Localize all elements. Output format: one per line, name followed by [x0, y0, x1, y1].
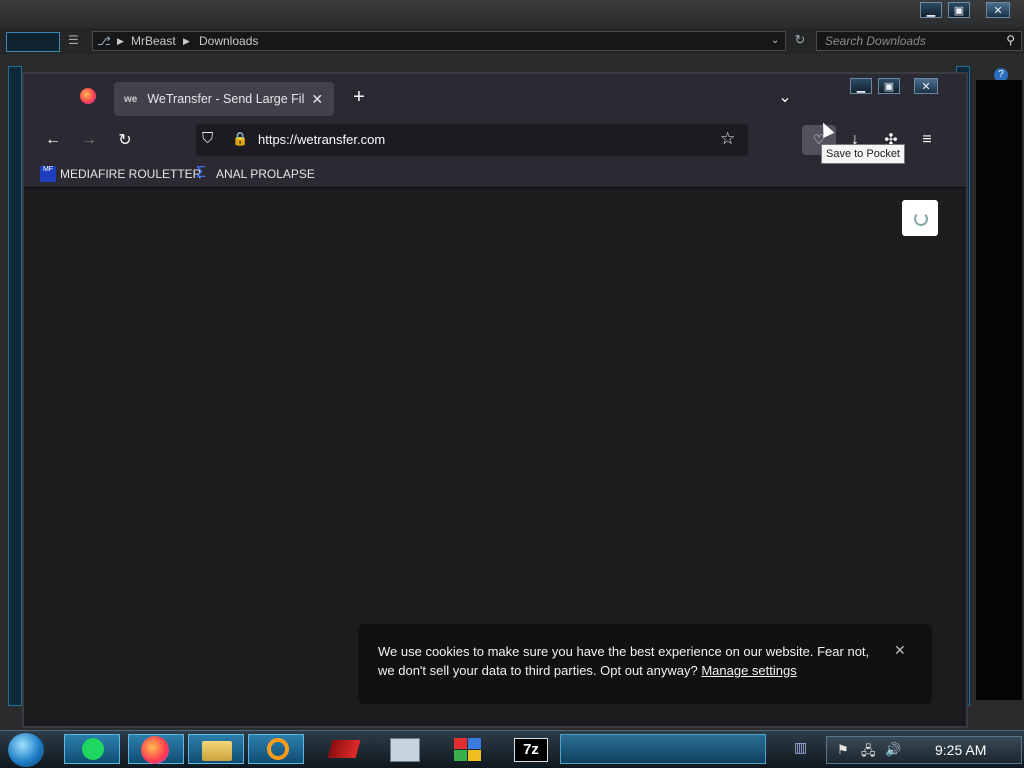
- tab-title: WeTransfer - Send Large Files &: [147, 92, 305, 106]
- chevron-right-icon: ▶: [183, 36, 190, 46]
- manage-settings-link[interactable]: Manage settings: [701, 663, 796, 678]
- volume-icon[interactable]: 🔊: [885, 742, 901, 758]
- taskbar-7zip[interactable]: 7z: [502, 734, 558, 764]
- search-icon[interactable]: ⚲: [1006, 33, 1015, 47]
- chevron-down-icon[interactable]: ⌄: [771, 35, 779, 46]
- taskbar-empty-slot: [560, 734, 766, 764]
- wetransfer-favicon: we: [124, 93, 138, 105]
- firefox-view-icon[interactable]: [80, 88, 96, 104]
- menu-icon[interactable]: ≡: [910, 125, 944, 155]
- bookmark-star-icon[interactable]: ☆: [720, 129, 735, 149]
- maximize-button[interactable]: ▣: [948, 2, 970, 18]
- lock-icon[interactable]: 🔒: [232, 131, 248, 147]
- spotify-icon: [82, 738, 104, 760]
- taskbar-spotify[interactable]: [64, 734, 120, 764]
- minimize-button[interactable]: ▁: [920, 2, 942, 18]
- 7zip-icon: 7z: [514, 738, 548, 762]
- reload-icon[interactable]: ↻: [108, 125, 142, 155]
- close-button[interactable]: ✕: [914, 78, 938, 94]
- folder-icon: ⎇: [97, 34, 111, 48]
- url-bar[interactable]: ⛉ 🔒 https://wetransfer.com ☆: [196, 124, 748, 156]
- taskbar-keyboard-app[interactable]: [376, 734, 432, 764]
- folder-icon: [202, 741, 232, 761]
- taskbar-search[interactable]: [248, 734, 304, 764]
- taskbar-game-app[interactable]: [316, 734, 372, 764]
- spinner-icon: [914, 212, 928, 226]
- bookmark-anal-prolapse[interactable]: ANAL PROLAPSE: [216, 167, 315, 181]
- close-cookie-icon[interactable]: ✕: [894, 642, 906, 659]
- breadcrumb-item[interactable]: Downloads: [199, 34, 258, 48]
- back-icon[interactable]: ←: [36, 125, 70, 155]
- bookmark-mediafire-roulette[interactable]: MEDIAFIRE ROULETTER: [60, 167, 201, 181]
- layout-icon[interactable]: ☰: [68, 33, 84, 49]
- new-tab-button[interactable]: +: [342, 82, 376, 112]
- chevron-right-icon: ▶: [117, 36, 124, 46]
- bookmarks-toolbar: MF MEDIAFIRE ROULETTER Σ ANAL PROLAPSE: [24, 160, 966, 188]
- start-orb-icon[interactable]: [8, 733, 44, 767]
- tab-wetransfer[interactable]: we WeTransfer - Send Large Files & ✕: [114, 82, 334, 116]
- clock[interactable]: 9:25 AM: [935, 742, 986, 758]
- shield-icon[interactable]: ⛉: [202, 130, 213, 147]
- loading-spinner: [902, 200, 938, 236]
- network-icon[interactable]: 🖧: [861, 742, 876, 764]
- explorer-titlebar: ▁ ▣ ✕: [0, 0, 1024, 26]
- sigma-bookmark-icon: Σ: [196, 164, 206, 181]
- show-desktop-icon[interactable]: ▥: [794, 739, 814, 759]
- breadcrumb-item[interactable]: MrBeast: [131, 34, 176, 48]
- explorer-address-bar[interactable]: ⎇ ▶ MrBeast ▶ Downloads ⌄: [92, 31, 786, 51]
- magnifier-icon: [267, 738, 289, 760]
- control-panel-icon: [454, 738, 467, 749]
- url-text[interactable]: https://wetransfer.com: [258, 132, 385, 147]
- taskbar-firefox[interactable]: [128, 734, 184, 764]
- search-placeholder: Search Downloads: [825, 34, 926, 48]
- explorer-search-input[interactable]: Search Downloads ⚲: [816, 31, 1022, 51]
- explorer-side-panel: [976, 80, 1022, 700]
- window-controls: ▁ ▣ ✕: [850, 76, 950, 98]
- forward-icon[interactable]: →: [72, 125, 106, 155]
- mediafire-icon: MF: [40, 166, 56, 182]
- action-center-flag-icon[interactable]: ⚑: [837, 742, 849, 758]
- taskbar-file-explorer[interactable]: [188, 734, 244, 764]
- list-all-tabs-icon[interactable]: ⌄: [768, 82, 802, 112]
- tab-strip: we WeTransfer - Send Large Files & ✕ + ⌄…: [24, 74, 966, 120]
- pocket-tooltip: Save to Pocket: [821, 144, 905, 164]
- system-tray: ⚑ 🖧 🔊 9:25 AM: [826, 736, 1022, 764]
- keyboard-icon: [390, 738, 420, 762]
- close-tab-icon[interactable]: ✕: [311, 91, 323, 108]
- firefox-icon: [141, 736, 169, 764]
- left-frame-decoration: [8, 66, 22, 706]
- game-app-icon: [327, 740, 361, 758]
- refresh-icon[interactable]: ↻: [790, 32, 810, 50]
- taskbar-control-panel[interactable]: [440, 734, 496, 764]
- maximize-button[interactable]: ▣: [878, 78, 900, 94]
- firefox-window: we WeTransfer - Send Large Files & ✕ + ⌄…: [22, 72, 968, 728]
- taskbar: 7z ▥ ⚑ 🖧 🔊 9:25 AM: [0, 730, 1024, 768]
- views-icon[interactable]: [6, 32, 60, 52]
- minimize-button[interactable]: ▁: [850, 78, 872, 94]
- cookie-banner: We use cookies to make sure you have the…: [358, 624, 932, 704]
- close-button[interactable]: ✕: [986, 2, 1010, 18]
